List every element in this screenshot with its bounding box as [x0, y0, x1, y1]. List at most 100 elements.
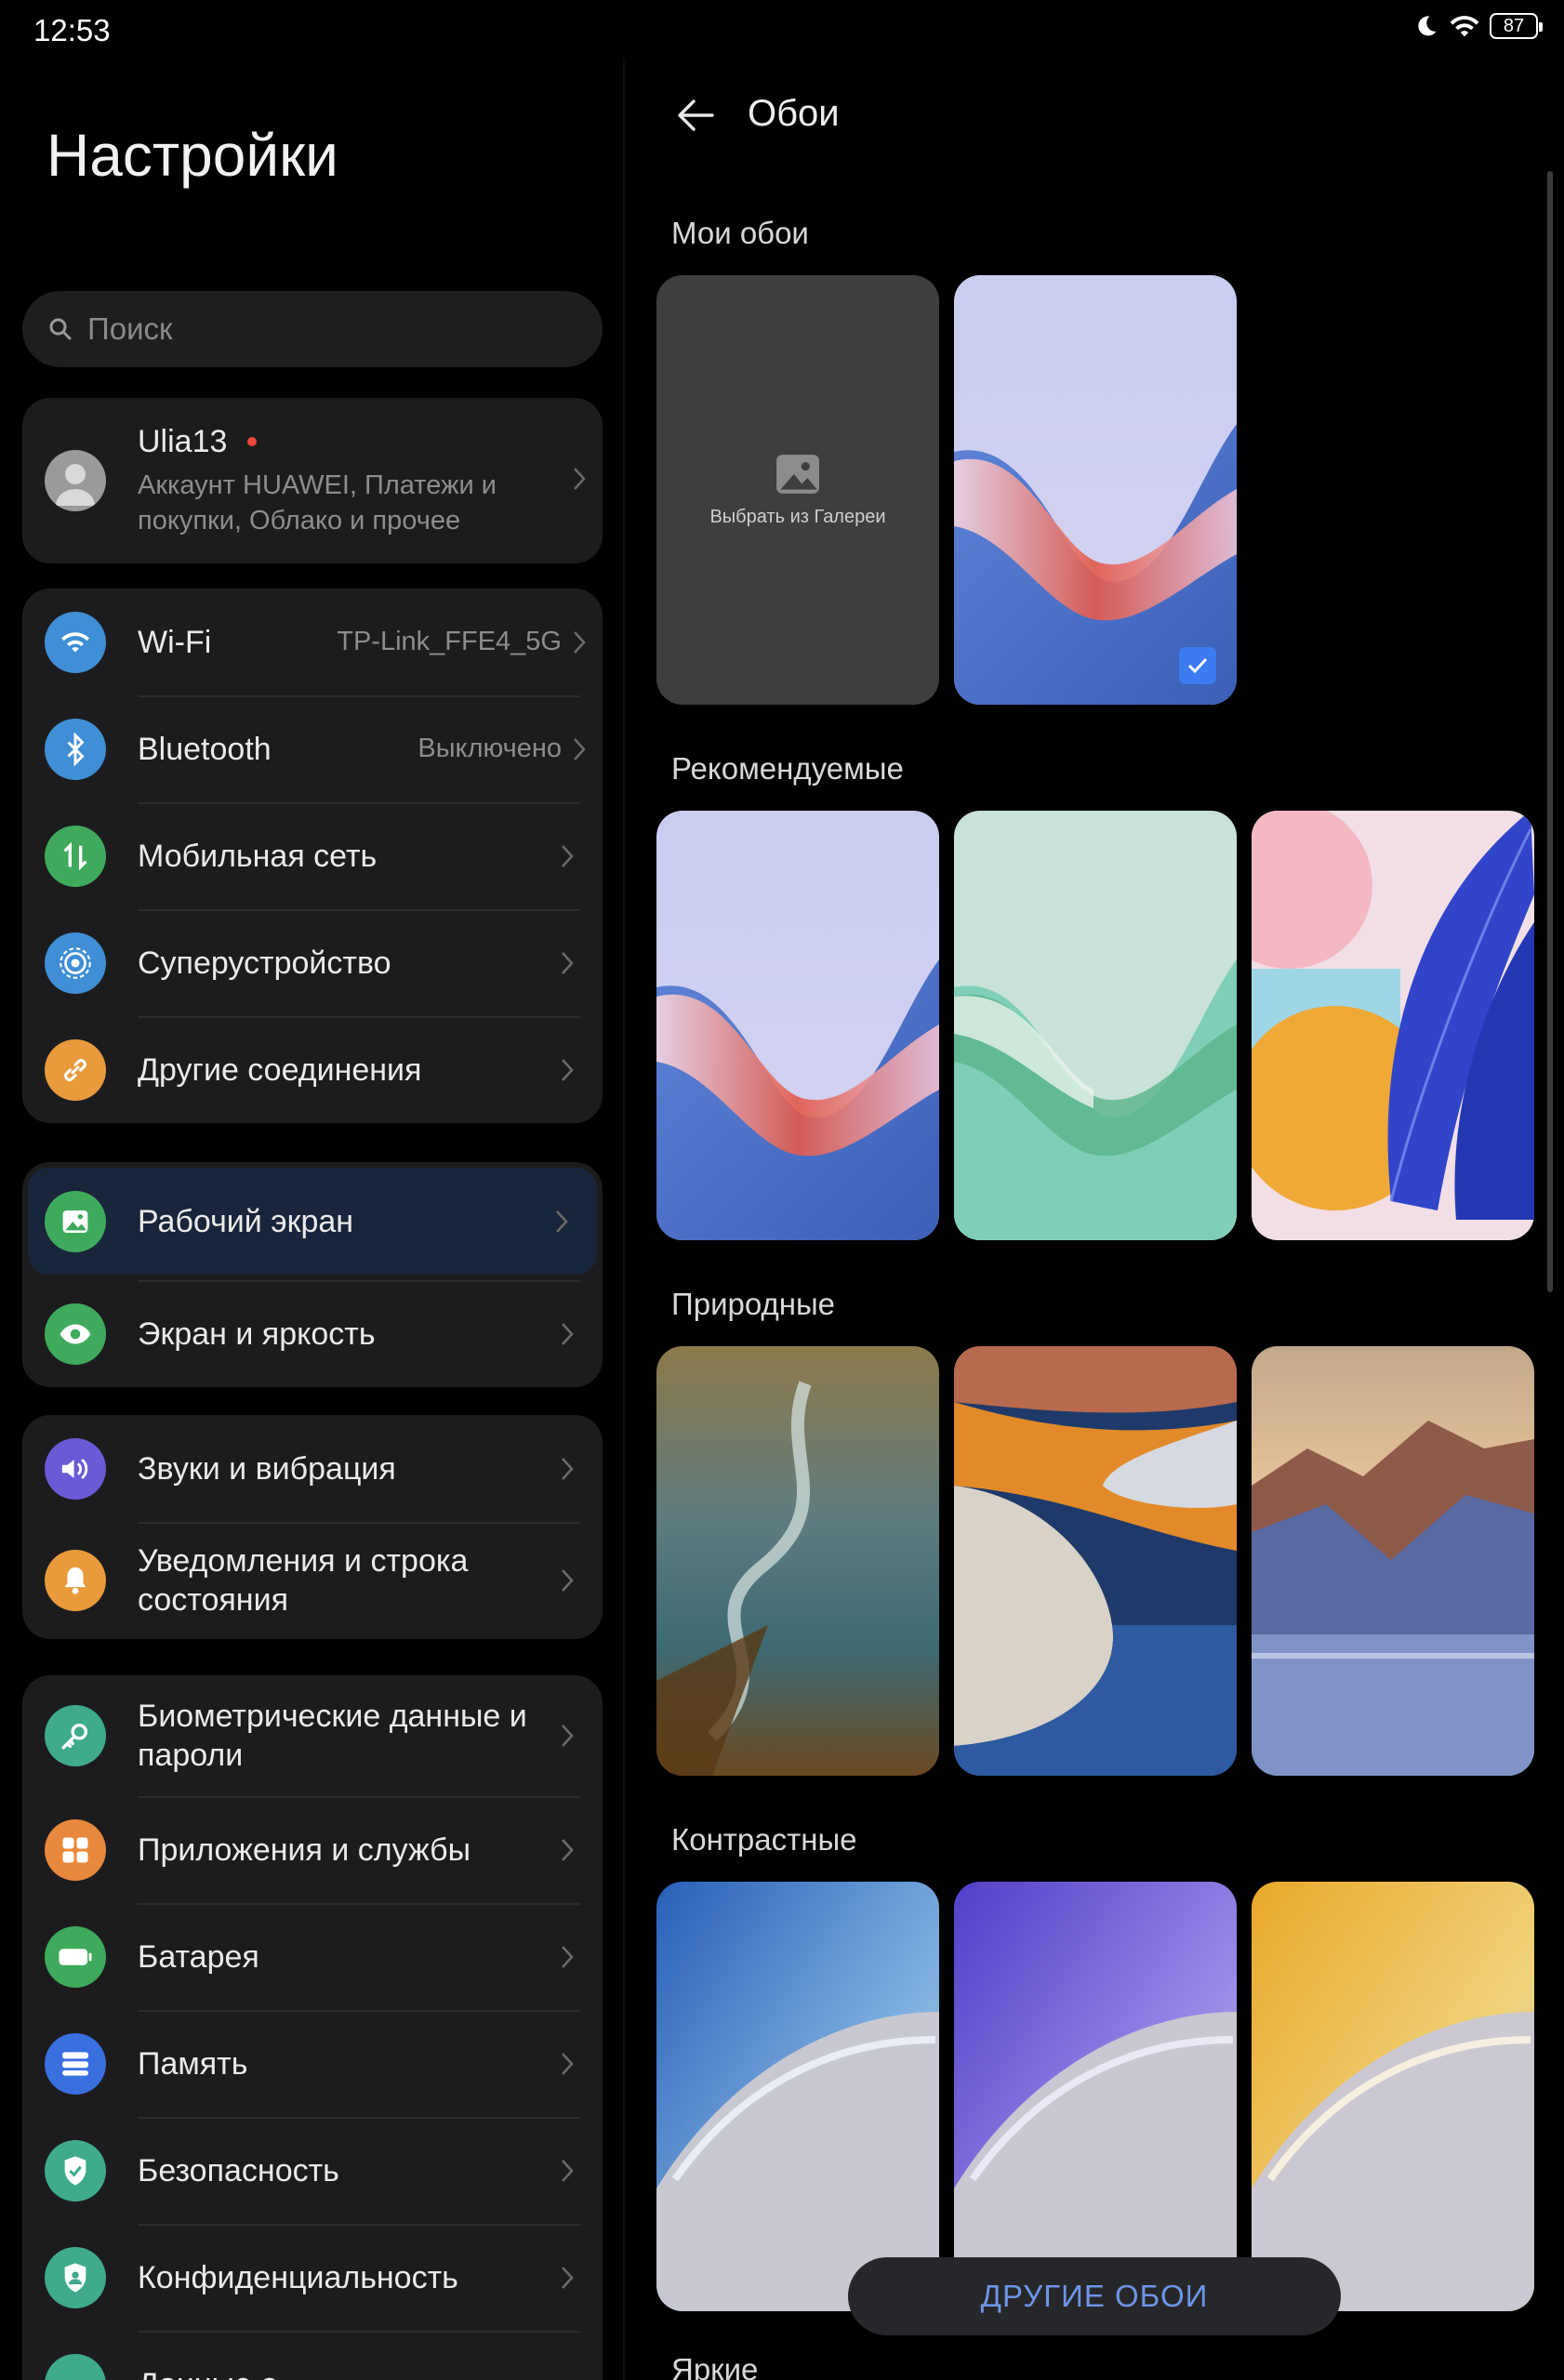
- wallpaper-nature-2[interactable]: [954, 1346, 1237, 1776]
- wifi-status-icon: [1450, 16, 1479, 37]
- chevron-right-icon: [562, 1838, 574, 1861]
- wallpaper-recommended-1[interactable]: [656, 811, 939, 1240]
- notification-dot: [247, 437, 258, 446]
- settings-item-label: Конфиденциальность: [138, 2259, 458, 2295]
- settings-item-label: Память: [138, 2045, 248, 2082]
- status-bar: 12:53 87: [0, 0, 1564, 60]
- settings-item-home-screen[interactable]: Рабочий экран: [28, 1168, 597, 1275]
- settings-item-label: Приложения и службы: [138, 1831, 471, 1868]
- link-icon: [45, 1038, 106, 1101]
- chevron-right-icon: [562, 1322, 574, 1345]
- settings-item-label: Другие соединения: [138, 1051, 422, 1088]
- chevron-right-icon: [574, 630, 586, 654]
- profile-name: Ulia13: [138, 423, 228, 459]
- chevron-right-icon: [562, 951, 574, 974]
- wallpaper-contrast-1[interactable]: [656, 1882, 939, 2311]
- apps-icon: [45, 1818, 106, 1881]
- volume-icon: [45, 1437, 106, 1500]
- settings-item-notifications[interactable]: Уведомления и строка состояния: [22, 1522, 603, 1639]
- back-arrow-icon[interactable]: [673, 93, 718, 138]
- status-icons: 87: [1413, 13, 1543, 39]
- settings-item-memory[interactable]: Память: [22, 2010, 603, 2117]
- chevron-right-icon: [562, 2052, 574, 2075]
- wallpaper-recommended-3[interactable]: [1252, 811, 1534, 1240]
- section-nature: Природные: [671, 1287, 836, 1321]
- wallpaper-nature-1[interactable]: [656, 1346, 939, 1776]
- label-line2: пароли: [138, 1738, 244, 1773]
- settings-item-label: Уведомления и строка состояния: [138, 1541, 549, 1620]
- bell-icon: [45, 1550, 106, 1611]
- scrollbar[interactable]: [1547, 171, 1553, 1292]
- selected-check-icon: [1179, 647, 1216, 684]
- label-line1: Уведомления и строка: [138, 1543, 469, 1579]
- settings-item-apps[interactable]: Приложения и службы: [22, 1796, 603, 1903]
- wallpaper-contrast-2[interactable]: [954, 1882, 1237, 2311]
- wallpaper-current[interactable]: [954, 275, 1237, 705]
- chevron-right-icon: [574, 467, 586, 490]
- more-wallpapers-button[interactable]: ДРУГИЕ ОБОИ: [848, 2257, 1341, 2335]
- chevron-right-icon: [562, 1945, 574, 1968]
- profile-subtitle-line1: Аккаунт HUAWEI, Платежи и: [138, 469, 497, 500]
- profile-subtitle: Аккаунт HUAWEI, Платежи и покупки, Облак…: [138, 468, 573, 538]
- bluetooth-icon: [45, 718, 106, 780]
- display-card: Рабочий экран Экран и яркость: [22, 1162, 603, 1387]
- status-time: 12:53: [33, 13, 111, 47]
- chevron-right-icon: [562, 1569, 574, 1592]
- storage-icon: [45, 2032, 106, 2095]
- sound-card: Звуки и вибрация Уведомления и строка сос…: [22, 1415, 603, 1639]
- section-bright: Яркие: [671, 2352, 759, 2380]
- settings-item-privacy[interactable]: Конфиденциальность: [22, 2224, 603, 2331]
- settings-item-battery[interactable]: Батарея: [22, 1903, 603, 2010]
- profile-card[interactable]: Ulia13 Аккаунт HUAWEI, Платежи и покупки…: [22, 398, 603, 563]
- settings-item-wifi[interactable]: Wi-Fi TP-Link_FFE4_5G: [22, 588, 603, 695]
- image-icon: [776, 454, 819, 494]
- settings-item-super-device[interactable]: Суперустройство: [22, 909, 603, 1016]
- label-line2: состояния: [138, 1582, 288, 1618]
- chevron-right-icon: [574, 737, 586, 760]
- chevron-right-icon: [562, 1725, 574, 1747]
- wallpaper-contrast-3[interactable]: [1252, 1882, 1534, 2311]
- mobile-data-icon: [45, 825, 106, 887]
- search-input[interactable]: Поиск: [22, 291, 603, 367]
- gallery-label: Выбрать из Галереи: [709, 506, 886, 527]
- section-my-wallpapers: Мои обои: [671, 216, 809, 250]
- settings-item-biometrics[interactable]: Биометрические данные и пароли: [22, 1675, 603, 1796]
- shield-check-icon: [45, 2139, 106, 2202]
- settings-item-label: Данные о: [138, 2365, 603, 2380]
- settings-item-display-brightness[interactable]: Экран и яркость: [22, 1280, 603, 1387]
- choose-from-gallery-button[interactable]: Выбрать из Галереи: [656, 275, 939, 705]
- settings-item-label: Суперустройство: [138, 945, 391, 981]
- settings-item-label: Биометрические данные и пароли: [138, 1697, 549, 1775]
- profile-subtitle-line2: покупки, Облако и прочее: [138, 505, 461, 536]
- privacy-shield-icon: [45, 2246, 106, 2308]
- search-placeholder: Поиск: [87, 311, 173, 346]
- battery-level: 87: [1503, 15, 1525, 36]
- battery-icon: 87: [1490, 13, 1543, 39]
- wifi-icon: [45, 611, 106, 673]
- wallpaper-icon: [45, 1190, 106, 1252]
- wallpaper-recommended-2[interactable]: [954, 811, 1237, 1240]
- label-line1: Биометрические данные и: [138, 1699, 527, 1734]
- settings-item-label: Безопасность: [138, 2152, 339, 2188]
- battery-settings-icon: [45, 1925, 106, 1988]
- data-icon: [45, 2353, 106, 2380]
- system-card: Биометрические данные и пароли Приложения…: [22, 1675, 603, 2380]
- settings-item-bluetooth[interactable]: Bluetooth Выключено: [22, 695, 603, 802]
- chevron-right-icon: [556, 1210, 568, 1233]
- key-icon: [45, 1705, 106, 1766]
- chevron-right-icon: [562, 1457, 574, 1480]
- settings-item-sounds[interactable]: Звуки и вибрация: [22, 1415, 603, 1522]
- section-contrast: Контрастные: [671, 1822, 857, 1857]
- settings-item-other-connections[interactable]: Другие соединения: [22, 1016, 603, 1123]
- settings-item-label: Wi-Fi: [138, 624, 212, 660]
- chevron-right-icon: [562, 2159, 574, 2182]
- eye-icon: [45, 1302, 106, 1365]
- settings-item-data[interactable]: Данные о: [22, 2331, 603, 2380]
- settings-item-mobile-network[interactable]: Мобильная сеть: [22, 802, 603, 909]
- moon-icon: [1418, 16, 1437, 36]
- connectivity-card: Wi-Fi TP-Link_FFE4_5G Bluetooth Выключен…: [22, 588, 603, 1123]
- settings-item-security[interactable]: Безопасность: [22, 2117, 603, 2224]
- settings-item-label: Экран и яркость: [138, 1316, 376, 1352]
- wallpaper-nature-3[interactable]: [1252, 1346, 1534, 1776]
- bluetooth-status-value: Выключено: [418, 734, 562, 763]
